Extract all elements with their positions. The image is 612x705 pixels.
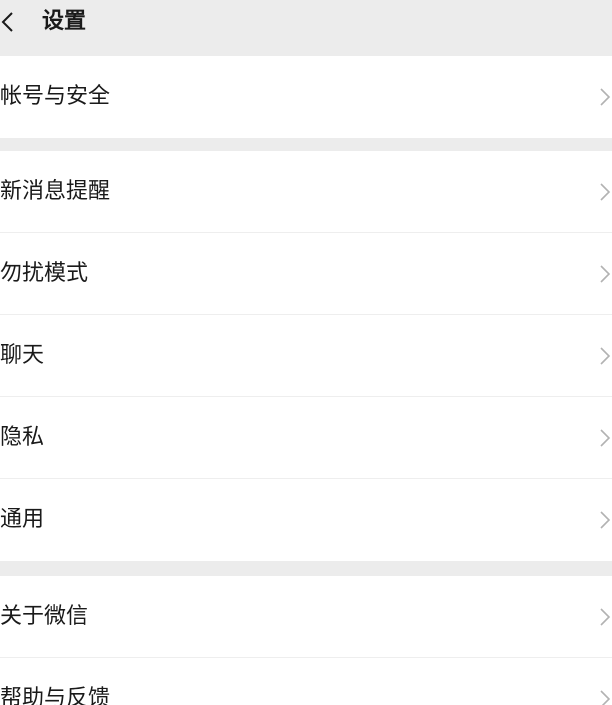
settings-group-account: 帐号与安全: [0, 56, 612, 138]
settings-item-help-feedback[interactable]: 帮助与反馈: [0, 658, 612, 705]
settings-item-label: 新消息提醒: [0, 179, 111, 204]
settings-item-label: 帐号与安全: [0, 84, 111, 109]
settings-item-label: 帮助与反馈: [0, 686, 111, 705]
settings-group-main: 新消息提醒 勿扰模式 聊天 隐私 通用: [0, 151, 612, 561]
chevron-left-icon[interactable]: [0, 10, 20, 34]
settings-group-about: 关于微信 帮助与反馈: [0, 576, 612, 705]
chevron-right-icon: [600, 265, 611, 283]
settings-item-label: 隐私: [0, 425, 45, 450]
header-bar: 设置: [0, 0, 612, 54]
settings-item-label: 勿扰模式: [0, 261, 89, 286]
chevron-right-icon: [600, 429, 611, 447]
settings-item-chat[interactable]: 聊天: [0, 315, 612, 397]
settings-item-new-message-alerts[interactable]: 新消息提醒: [0, 151, 612, 233]
settings-item-account-security[interactable]: 帐号与安全: [0, 56, 612, 138]
chevron-right-icon: [600, 347, 611, 365]
chevron-right-icon: [600, 183, 611, 201]
settings-item-label: 关于微信: [0, 604, 89, 629]
settings-item-label: 通用: [0, 507, 45, 532]
settings-item-general[interactable]: 通用: [0, 479, 612, 561]
page-title: 设置: [42, 9, 87, 34]
chevron-right-icon: [600, 690, 611, 705]
settings-item-about-wechat[interactable]: 关于微信: [0, 576, 612, 658]
settings-item-do-not-disturb[interactable]: 勿扰模式: [0, 233, 612, 315]
chevron-right-icon: [600, 88, 611, 106]
settings-item-privacy[interactable]: 隐私: [0, 397, 612, 479]
chevron-right-icon: [600, 511, 611, 529]
settings-screen: 设置 帐号与安全 新消息提醒 勿扰模式 聊天 隐私 通用 关于微信 帮助与反馈: [0, 0, 612, 705]
settings-item-label: 聊天: [0, 343, 45, 368]
chevron-right-icon: [600, 608, 611, 626]
